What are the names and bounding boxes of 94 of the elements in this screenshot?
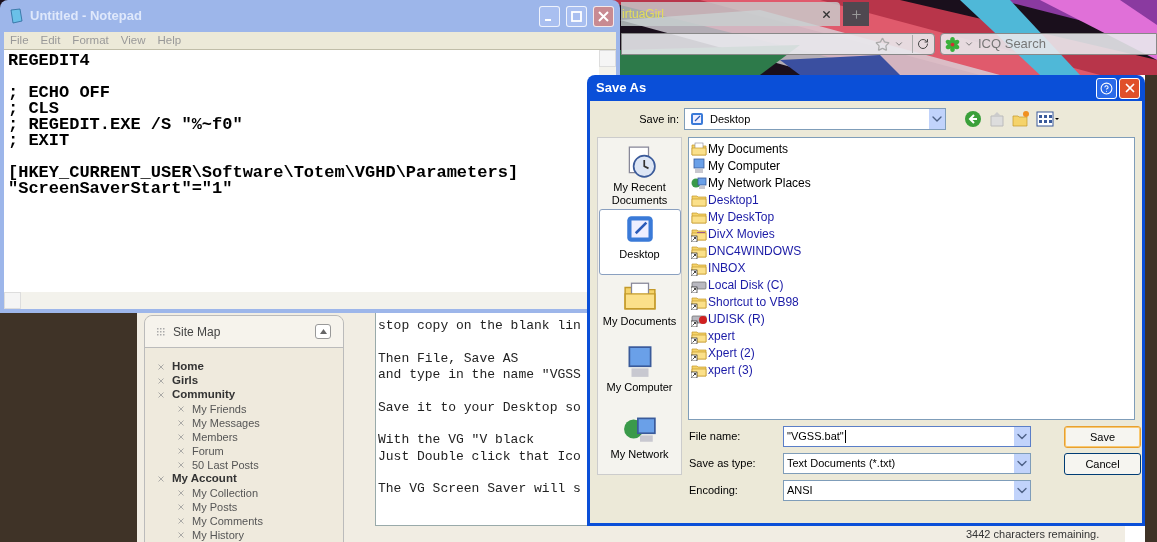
chevron-down-icon	[1014, 427, 1030, 446]
bullet-icon	[178, 434, 184, 440]
minimize-icon	[544, 19, 551, 21]
search-field[interactable]: ICQ Search	[940, 33, 1157, 55]
star-icon[interactable]	[875, 36, 890, 52]
cancel-button[interactable]: Cancel	[1064, 453, 1141, 475]
close-button[interactable]	[1119, 77, 1140, 99]
place-item[interactable]: Desktop	[598, 209, 681, 275]
close-tab-icon[interactable]	[821, 8, 832, 20]
bullet-icon	[158, 378, 164, 384]
list-entry[interactable]: Xpert (2)	[708, 345, 755, 360]
new-tab-button[interactable]	[843, 2, 869, 26]
list-entry[interactable]: My Network Places	[708, 175, 811, 190]
file-list[interactable]: My Documents My Computer My Network Places Desktop1 My DeskTop DivX Movies DNC4WINDOWS INBOX Local Disk (C) Shortcut to VB98 UDISK (R) xpert Xpert (2) xpert (3)	[688, 137, 1135, 420]
text-line: REGEDIT4	[8, 53, 91, 69]
text-line: ; EXIT	[8, 133, 71, 149]
view-menu-icon[interactable]	[1036, 111, 1060, 127]
field-label: Save as type:	[689, 456, 757, 472]
text-line: [HKEY_CURRENT_USER\Software\Totem\VGHD\Parameters]	[8, 165, 520, 181]
list-entry[interactable]: xpert (3)	[708, 362, 753, 377]
save-in-label: Save in:	[638, 111, 680, 127]
chevron-down-icon	[929, 109, 945, 129]
list-entry[interactable]: UDISK (R)	[708, 311, 765, 326]
list-entry[interactable]: Shortcut to VB98	[708, 294, 799, 309]
bullet-icon	[178, 462, 184, 468]
name-field[interactable]: "VGSS.bat"	[783, 426, 1031, 447]
list-entry[interactable]: Desktop1	[708, 192, 759, 207]
text-line: "ScreenSaverStart"="1"	[8, 181, 233, 197]
field-label: Encoding:	[689, 483, 739, 499]
triangle-up-icon	[319, 329, 327, 334]
editor-text-line: The VG Screen Saver will s	[378, 481, 582, 498]
search-input[interactable]: ICQ Search	[978, 34, 1156, 54]
bullet-icon	[178, 406, 184, 412]
computer-icon	[691, 157, 708, 174]
chevron-down-icon	[1014, 454, 1030, 473]
bullet-icon	[178, 518, 184, 524]
editor-text-line: With the VG "V black	[378, 432, 536, 449]
bullet-icon	[178, 420, 184, 426]
caret-icon[interactable]	[964, 39, 974, 49]
plus-icon	[849, 7, 863, 21]
reload-icon	[916, 38, 929, 50]
bullet-icon	[158, 364, 164, 370]
list-entry[interactable]: Local Disk (C)	[708, 277, 784, 292]
close-button[interactable]	[593, 5, 614, 27]
desktop-icon	[689, 111, 705, 127]
save-in-dropdown[interactable]: Desktop	[684, 108, 946, 130]
back-icon[interactable]	[964, 110, 982, 128]
text-line: ; CLS	[8, 101, 60, 117]
address-bar[interactable]	[621, 33, 935, 55]
text-line: ; REGEDIT.EXE /S "%~f0"	[8, 117, 244, 133]
place-item[interactable]: My Recent Documents	[598, 142, 681, 208]
list-entry[interactable]: DivX Movies	[708, 226, 775, 241]
panel-title: Site Map	[173, 323, 222, 341]
new-folder-icon[interactable]	[1012, 110, 1030, 128]
list-entry[interactable]: INBOX	[708, 260, 746, 275]
window-title: Save As	[596, 79, 648, 98]
list-entry[interactable]: xpert	[708, 328, 735, 343]
bullet-icon	[158, 392, 164, 398]
list-entry[interactable]: My Documents	[708, 141, 789, 156]
collapse-button[interactable]	[315, 324, 331, 339]
bullet-icon	[158, 476, 164, 482]
field-label: File name:	[689, 429, 742, 445]
editor-text-line: Then File, Save AS	[378, 350, 520, 367]
network-computer-icon	[691, 174, 708, 191]
text-line: ; ECHO OFF	[8, 85, 112, 101]
list-entry[interactable]: My Computer	[708, 158, 781, 173]
dropdown-field[interactable]: ANSI	[783, 480, 1031, 501]
help-icon	[1100, 81, 1113, 95]
dropdown-field[interactable]: Text Documents (*.txt)	[783, 453, 1031, 474]
minimize-button[interactable]	[539, 5, 560, 27]
flower-icon	[945, 36, 960, 52]
text-caret	[844, 430, 846, 443]
list-entry[interactable]: DNC4WINDOWS	[708, 243, 802, 258]
editor-text-line: and type in the name "VGSS	[378, 367, 582, 384]
bullet-icon	[178, 532, 184, 538]
bullet-icon	[178, 490, 184, 496]
editor-text-line: Just Double click that Ico	[378, 448, 582, 465]
save-button[interactable]: Save	[1064, 426, 1141, 448]
bullet-icon	[178, 448, 184, 454]
chevron-down-icon	[1014, 481, 1030, 500]
editor-text-line: stop copy on the blank lin	[378, 318, 582, 335]
list-entry[interactable]: My DeskTop	[708, 209, 775, 224]
caret-icon[interactable]	[894, 39, 904, 49]
window-title: Untitled - Notepad	[30, 7, 143, 26]
character-counter: 3442 characters remaining.	[966, 528, 1100, 541]
editor-text-line: Save it to your Desktop so	[378, 399, 582, 416]
close-icon	[598, 10, 609, 22]
grip-icon	[157, 327, 165, 336]
maximize-button[interactable]	[566, 5, 587, 27]
help-button[interactable]	[1096, 77, 1117, 99]
document-folder-icon	[691, 140, 708, 157]
bullet-icon	[178, 504, 184, 510]
notepad-icon	[8, 8, 24, 24]
maximize-icon	[571, 10, 582, 22]
